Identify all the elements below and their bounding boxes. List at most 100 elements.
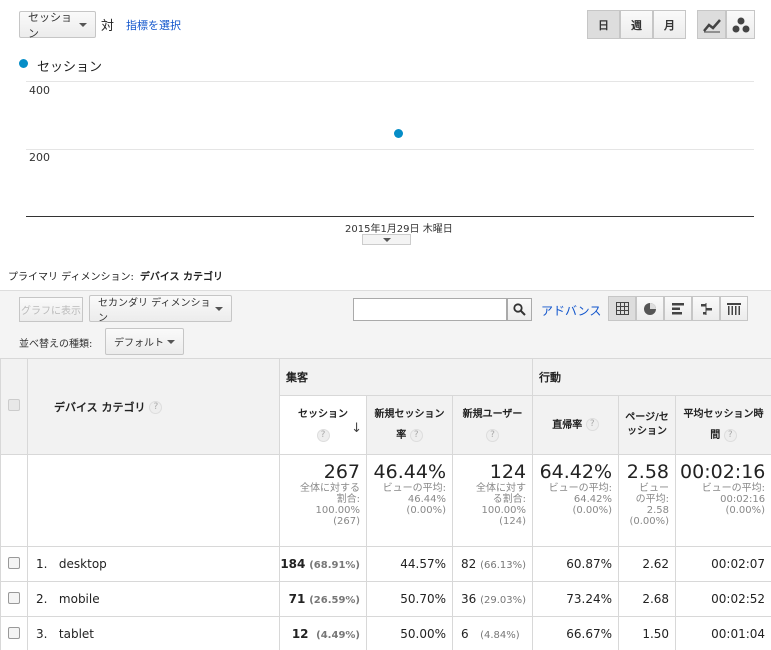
col-header-label: ページ/セッション bbox=[625, 412, 669, 437]
x-axis-line bbox=[26, 216, 754, 217]
cell-pages-per-session: 1.50 bbox=[618, 616, 677, 650]
secondary-dimension-select[interactable]: セカンダリ ディメンション bbox=[89, 295, 232, 324]
secondary-dimension-label: セカンダリ ディメンション bbox=[98, 297, 211, 324]
search-icon bbox=[513, 303, 526, 316]
chart-point-sessions[interactable] bbox=[394, 129, 403, 139]
chevron-down-icon bbox=[79, 22, 87, 27]
report-table: デバイス カテゴリ ? 集客 行動 セッション? ↓ 新規セッション率 ? 新規ユ… bbox=[0, 358, 771, 650]
col-header-label: セッション bbox=[298, 409, 348, 420]
table-row[interactable]: 1. desktop 184 (68.91%) 44.57% 82 (66.13… bbox=[0, 546, 771, 582]
sort-select-label: デフォルト bbox=[114, 338, 164, 349]
cell-avg-duration: 00:02:52 bbox=[675, 581, 771, 617]
grid-icon bbox=[615, 302, 629, 315]
cell-pages-per-session: 2.62 bbox=[618, 546, 677, 582]
metric-select-label: セッション bbox=[28, 10, 72, 40]
group-header-acquisition: 集客 bbox=[278, 358, 534, 396]
select-metric-link[interactable]: 指標を選択 bbox=[126, 17, 181, 33]
total-bounce-rate: 64.42% ビューの平均: 64.42% (0.00%) bbox=[532, 454, 620, 547]
sort-desc-icon: ↓ bbox=[351, 421, 362, 436]
group-header-behavior: 行動 bbox=[532, 358, 771, 396]
help-icon[interactable]: ? bbox=[486, 428, 500, 442]
search-input[interactable] bbox=[353, 298, 507, 321]
row-dimension-value[interactable]: tablet bbox=[59, 627, 94, 641]
comparison-icon bbox=[700, 302, 712, 315]
cell-sessions: 184 bbox=[280, 557, 306, 571]
cell-sessions: 12 bbox=[291, 627, 309, 641]
y-tick-label: 200 bbox=[29, 151, 50, 164]
table-row[interactable]: 3. tablet 12 (4.49%) 50.00% 6 (4.84%) 66… bbox=[0, 616, 771, 650]
cell-new-users-pct: (66.13%) bbox=[480, 560, 527, 571]
table-row[interactable]: 2. mobile 71 (26.59%) 50.70% 36 (29.03%)… bbox=[0, 581, 771, 617]
cell-avg-duration: 00:02:07 bbox=[675, 546, 771, 582]
col-header-new-session-rate[interactable]: 新規セッション率 ? bbox=[366, 395, 453, 455]
col-header-label: 新規ユーザー bbox=[462, 409, 523, 420]
plot-rows-button[interactable]: グラフに表示 bbox=[19, 297, 83, 322]
cell-bounce-rate: 60.87% bbox=[532, 546, 620, 582]
cell-sessions: 71 bbox=[288, 592, 306, 606]
row-dimension-value[interactable]: desktop bbox=[59, 557, 107, 571]
select-all-cell bbox=[0, 358, 28, 455]
legend-dot bbox=[19, 59, 28, 68]
table-view-button[interactable] bbox=[608, 296, 636, 321]
help-icon[interactable]: ? bbox=[316, 428, 330, 442]
cell-pages-per-session: 2.68 bbox=[618, 581, 677, 617]
col-header-bounce-rate[interactable]: 直帰率 ? bbox=[532, 395, 620, 455]
row-index: 3. bbox=[36, 627, 48, 641]
total-sessions: 267 全体に対する 割合: 100.00% (267) bbox=[279, 454, 367, 547]
row-checkbox[interactable] bbox=[8, 556, 20, 569]
view-type-buttons bbox=[608, 296, 748, 321]
pie-icon bbox=[644, 302, 656, 315]
search-button[interactable] bbox=[507, 298, 532, 321]
chart-type-buttons bbox=[697, 10, 755, 39]
help-icon[interactable]: ? bbox=[409, 428, 423, 442]
comparison-view-button[interactable] bbox=[692, 296, 720, 321]
bar-chart-icon bbox=[671, 302, 684, 314]
period-day-button[interactable]: 日 bbox=[587, 10, 620, 39]
pivot-view-button[interactable] bbox=[720, 296, 748, 321]
gridline bbox=[26, 149, 754, 150]
dim-header: デバイス カテゴリ bbox=[54, 400, 146, 414]
chart-expand-handle[interactable] bbox=[362, 234, 411, 245]
line-chart-button[interactable] bbox=[697, 10, 726, 39]
motion-chart-button[interactable] bbox=[726, 10, 755, 39]
row-index: 1. bbox=[36, 557, 48, 571]
y-tick-label: 400 bbox=[29, 84, 50, 97]
primary-dimension-value[interactable]: デバイス カテゴリ bbox=[140, 268, 223, 283]
row-checkbox[interactable] bbox=[8, 626, 20, 639]
bar-view-button[interactable] bbox=[664, 296, 692, 321]
help-icon[interactable]: ? bbox=[585, 418, 599, 431]
chevron-down-icon bbox=[215, 306, 223, 311]
cell-sessions-pct: (4.49%) bbox=[316, 630, 360, 641]
versus-label: 対 bbox=[101, 19, 115, 34]
period-week-button[interactable]: 週 bbox=[620, 10, 653, 39]
cell-new-users: 82 bbox=[461, 557, 477, 571]
cell-bounce-rate: 73.24% bbox=[532, 581, 620, 617]
line-chart-icon bbox=[702, 18, 721, 32]
totals-row: 267 全体に対する 割合: 100.00% (267) 46.44% ビューの平均: 46… bbox=[0, 454, 771, 547]
help-icon[interactable]: ? bbox=[149, 401, 163, 414]
advanced-link[interactable]: アドバンス bbox=[541, 302, 601, 319]
chevron-down-icon bbox=[167, 339, 175, 344]
chevron-down-icon bbox=[382, 237, 391, 242]
col-header-new-users[interactable]: 新規ユーザー ? bbox=[451, 395, 534, 455]
metric-select[interactable]: セッション bbox=[19, 10, 96, 40]
help-icon[interactable]: ? bbox=[723, 428, 737, 442]
dim-header-cell[interactable]: デバイス カテゴリ ? bbox=[27, 358, 280, 455]
col-header-pages-per-session[interactable]: ページ/セッション bbox=[618, 395, 677, 455]
x-tick-label: 2015年1月29日 木曜日 bbox=[345, 224, 453, 235]
row-dimension-value[interactable]: mobile bbox=[59, 592, 100, 606]
sort-select[interactable]: デフォルト bbox=[105, 328, 184, 355]
pie-view-button[interactable] bbox=[636, 296, 664, 321]
row-checkbox[interactable] bbox=[8, 591, 20, 604]
cell-new-session-rate: 50.00% bbox=[366, 616, 453, 650]
period-month-button[interactable]: 月 bbox=[653, 10, 686, 39]
cell-new-users: 36 bbox=[461, 592, 477, 606]
primary-dimension: プライマリ ディメンション: デバイス カテゴリ bbox=[8, 268, 223, 283]
col-header-avg-duration[interactable]: 平均セッション時間 ? bbox=[675, 395, 771, 455]
col-header-sessions[interactable]: セッション? ↓ bbox=[279, 395, 367, 455]
cell-sessions-pct: (68.91%) bbox=[309, 560, 360, 571]
cell-new-users-pct: (4.84%) bbox=[480, 630, 520, 641]
total-avg-duration: 00:02:16 ビューの平均: 00:02:16 (0.00%) bbox=[675, 454, 771, 547]
select-all-checkbox[interactable] bbox=[8, 399, 20, 411]
cell-new-users-pct: (29.03%) bbox=[480, 595, 527, 606]
